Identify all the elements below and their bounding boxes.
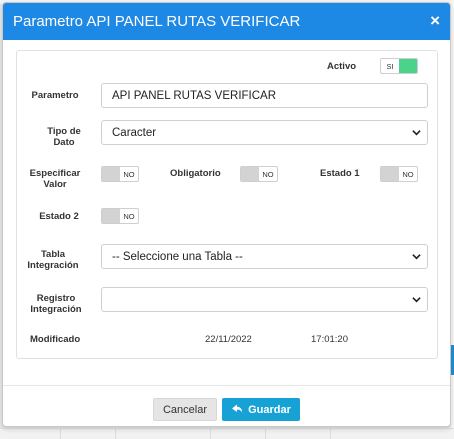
- tipo-dato-label: Tipo de Dato: [21, 126, 107, 148]
- especificar-valor-toggle[interactable]: NO: [101, 166, 139, 182]
- obligatorio-toggle[interactable]: NO: [240, 166, 278, 182]
- especificar-valor-label: Especificar Valor: [21, 168, 89, 190]
- estado1-label: Estado 1: [320, 168, 360, 179]
- save-button-label: Guardar: [248, 403, 291, 416]
- modal-header: Parametro API PANEL RUTAS VERIFICAR ×: [3, 3, 450, 40]
- modificado-date: 22/11/2022: [205, 334, 252, 345]
- modal-title: Parametro API PANEL RUTAS VERIFICAR: [13, 13, 301, 30]
- close-icon[interactable]: ×: [430, 12, 440, 31]
- toggle-knob: [102, 167, 120, 181]
- activo-toggle[interactable]: SI: [380, 58, 418, 74]
- registro-integracion-label: Registro Integración: [21, 293, 91, 315]
- chevron-down-icon: [412, 252, 421, 261]
- estado2-label: Estado 2: [39, 211, 79, 222]
- parametro-input[interactable]: API PANEL RUTAS VERIFICAR: [101, 83, 428, 108]
- save-icon: [231, 403, 243, 417]
- tabla-integracion-label-line2: Integración: [27, 260, 79, 271]
- registro-integracion-select[interactable]: [101, 287, 428, 312]
- save-button[interactable]: Guardar: [222, 398, 300, 421]
- tipo-dato-value: Caracter: [112, 126, 157, 139]
- parametro-label: Parametro: [31, 90, 79, 101]
- registro-integracion-label-line1: Registro: [36, 293, 76, 304]
- parametro-modal: Parametro API PANEL RUTAS VERIFICAR × Ac…: [2, 2, 451, 427]
- form-panel: Activo SI Parametro API PANEL RUTAS VERI…: [16, 50, 438, 359]
- cancel-button[interactable]: Cancelar: [153, 398, 217, 421]
- tabla-integracion-value: -- Seleccione una Tabla --: [112, 250, 243, 263]
- tabla-integracion-label-line1: Tabla: [40, 249, 66, 260]
- especificar-valor-label-line1: Especificar: [29, 168, 81, 179]
- modificado-label: Modificado: [30, 334, 81, 345]
- toggle-knob: [241, 167, 259, 181]
- chevron-down-icon: [412, 128, 421, 137]
- chevron-down-icon: [412, 295, 421, 304]
- cancel-button-label: Cancelar: [162, 403, 208, 416]
- toggle-knob: [381, 167, 399, 181]
- toggle-knob: [102, 209, 120, 223]
- estado1-toggle[interactable]: NO: [380, 166, 418, 182]
- especificar-valor-toggle-state: NO: [123, 169, 135, 179]
- obligatorio-toggle-state: NO: [262, 169, 274, 179]
- activo-label: Activo: [327, 61, 357, 72]
- obligatorio-label: Obligatorio: [170, 168, 221, 179]
- tipo-dato-select[interactable]: Caracter: [101, 120, 428, 145]
- parametro-value: API PANEL RUTAS VERIFICAR: [112, 89, 277, 102]
- estado1-toggle-state: NO: [402, 169, 414, 179]
- tipo-dato-label-line2: Dato: [53, 137, 75, 148]
- activo-toggle-state: SI: [386, 61, 394, 71]
- estado2-toggle[interactable]: NO: [101, 208, 139, 224]
- modificado-time: 17:01:20: [311, 334, 348, 345]
- especificar-valor-label-line2: Valor: [43, 179, 67, 190]
- modal-footer-divider: [3, 385, 450, 386]
- tabla-integracion-label: Tabla Integración: [21, 249, 85, 271]
- registro-integracion-label-line2: Integración: [30, 304, 82, 315]
- estado2-toggle-state: NO: [123, 211, 135, 221]
- toggle-knob: [399, 59, 417, 73]
- tabla-integracion-select[interactable]: -- Seleccione una Tabla --: [101, 244, 428, 269]
- background-table-strip: [0, 428, 454, 439]
- tipo-dato-label-line1: Tipo de: [47, 126, 81, 137]
